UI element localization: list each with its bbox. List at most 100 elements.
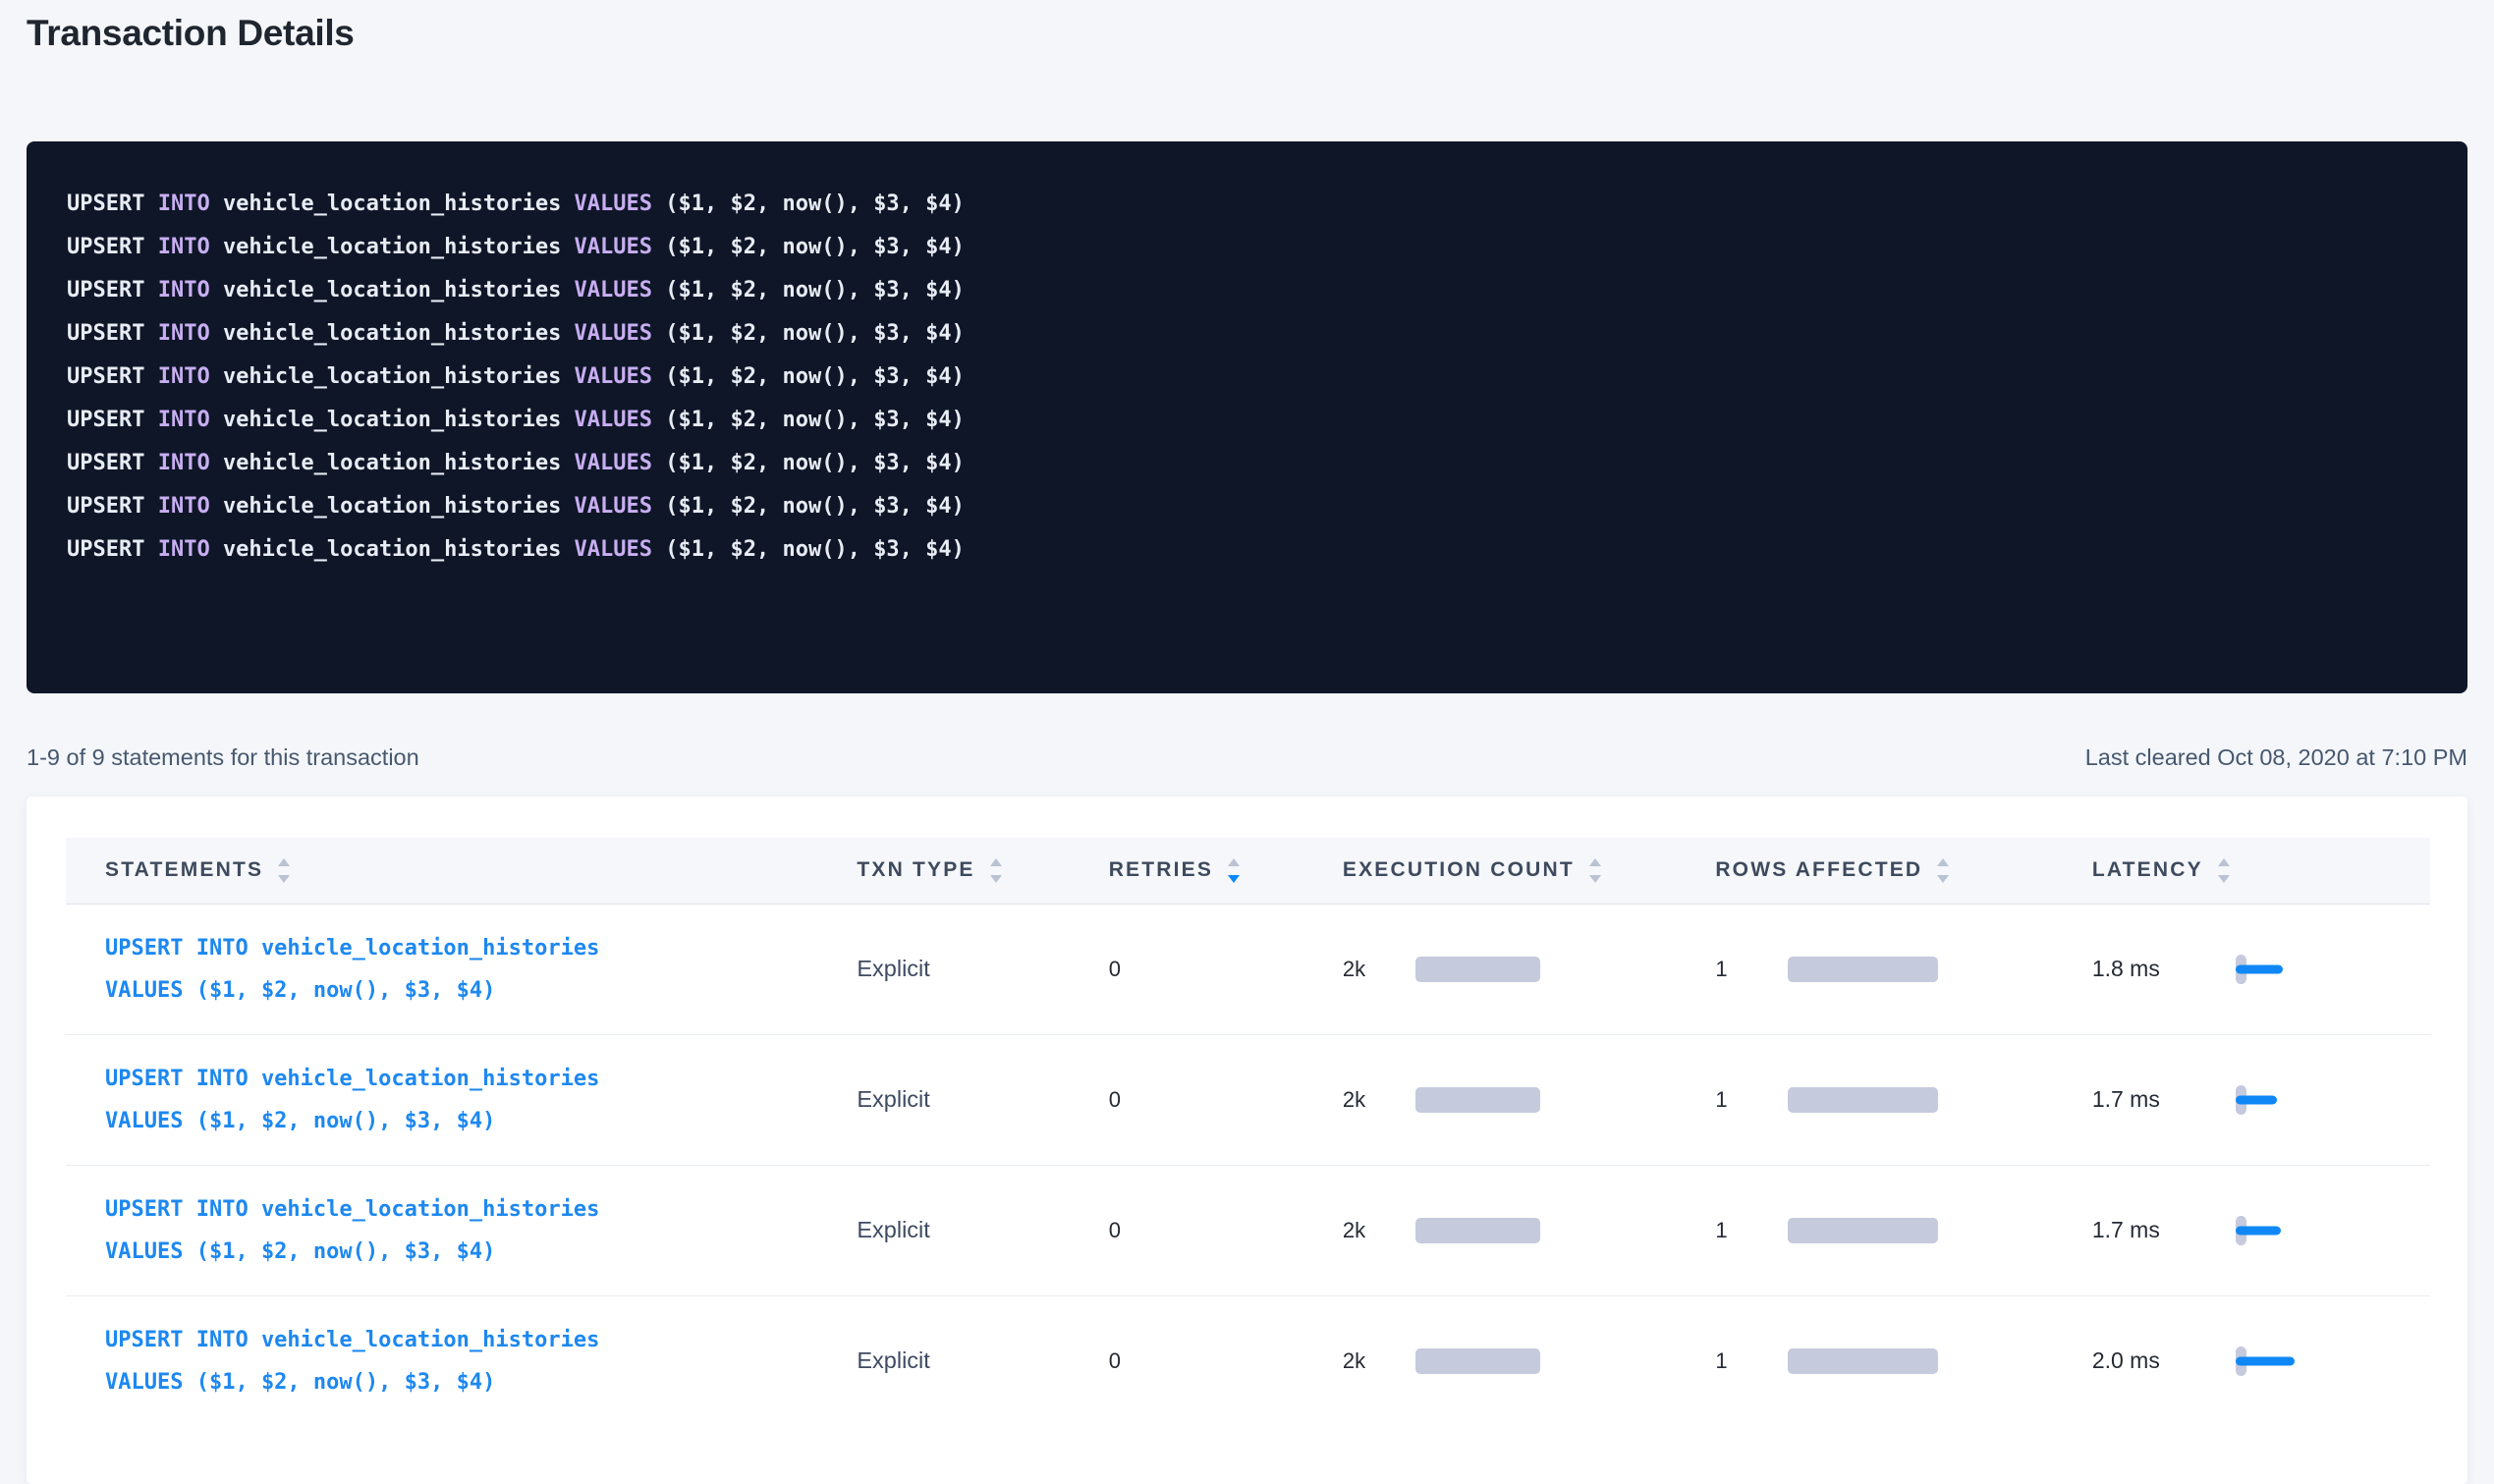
latency-cell: 1.7 ms [2092, 1216, 2430, 1245]
sql-statement-line: UPSERTINTOvehicle_location_historiesVALU… [67, 226, 2428, 269]
rows-affected-cell: 1 [1715, 957, 2092, 982]
sql-keyword-values: VALUES [575, 321, 652, 346]
execution-count-value: 2k [1343, 1218, 1415, 1243]
sql-keyword-into: INTO [158, 451, 210, 475]
sql-keyword-upsert: UPSERT [67, 451, 144, 475]
summary-row: 1-9 of 9 statements for this transaction… [27, 744, 2467, 771]
rows-affected-value: 1 [1715, 957, 1788, 982]
sql-keyword-values: VALUES [575, 278, 652, 302]
sql-arguments: ($1, $2, now(), $3, $4) [665, 451, 965, 475]
rows-affected-value: 1 [1715, 1348, 1788, 1374]
retries-value: 0 [1109, 1087, 1121, 1112]
sort-asc-icon [990, 858, 1002, 866]
sql-statement-line: UPSERTINTOvehicle_location_historiesVALU… [67, 442, 2428, 485]
sql-arguments: ($1, $2, now(), $3, $4) [665, 235, 965, 259]
statements-table-card: STATEMENTS TXN TYPE RETRIES [27, 797, 2467, 1484]
statement-link[interactable]: UPSERT INTO vehicle_location_histories [105, 1058, 857, 1100]
latency-bar [2236, 1226, 2281, 1235]
sql-keyword-upsert: UPSERT [67, 537, 144, 562]
execution-count-cell: 2k [1343, 957, 1715, 982]
sql-table-name: vehicle_location_histories [223, 537, 561, 562]
rows-affected-bar [1788, 1218, 1938, 1243]
sort-arrows [1937, 858, 1949, 883]
latency-value: 2.0 ms [2092, 1347, 2236, 1374]
sql-keyword-upsert: UPSERT [67, 364, 144, 389]
sql-keyword-values: VALUES [575, 192, 652, 216]
execution-count-cell: 2k [1343, 1348, 1715, 1374]
statement-cell: UPSERT INTO vehicle_location_histories V… [66, 904, 857, 1034]
execution-count-value: 2k [1343, 957, 1415, 982]
column-header-statements[interactable]: STATEMENTS [66, 838, 857, 904]
page-title: Transaction Details [27, 10, 2467, 57]
sort-desc-icon [2218, 875, 2230, 883]
latency-cell: 2.0 ms [2092, 1347, 2430, 1376]
sql-arguments: ($1, $2, now(), $3, $4) [665, 321, 965, 346]
statement-link[interactable]: VALUES ($1, $2, now(), $3, $4) [105, 1361, 857, 1403]
sql-arguments: ($1, $2, now(), $3, $4) [665, 192, 965, 216]
latency-mini-chart [2236, 1216, 2373, 1245]
column-header-retries[interactable]: RETRIES [1109, 838, 1343, 904]
statements-count-text: 1-9 of 9 statements for this transaction [27, 744, 419, 771]
table-row: UPSERT INTO vehicle_location_histories V… [66, 1295, 2430, 1426]
table-header-row: STATEMENTS TXN TYPE RETRIES [66, 838, 2430, 904]
sort-arrows [1228, 858, 1240, 883]
statement-link[interactable]: VALUES ($1, $2, now(), $3, $4) [105, 969, 857, 1012]
sort-arrows [2218, 858, 2230, 883]
execution-count-cell: 2k [1343, 1218, 1715, 1243]
sql-keyword-into: INTO [158, 235, 210, 259]
column-header-txn-type[interactable]: TXN TYPE [857, 838, 1108, 904]
execution-count-bar [1415, 1087, 1540, 1113]
rows-affected-bar [1788, 1087, 1938, 1113]
rows-affected-value: 1 [1715, 1087, 1788, 1113]
latency-mini-chart [2236, 1085, 2373, 1115]
latency-cell: 1.8 ms [2092, 955, 2430, 984]
column-header-latency[interactable]: LATENCY [2092, 838, 2430, 904]
table-row: UPSERT INTO vehicle_location_histories V… [66, 1165, 2430, 1295]
sql-keyword-into: INTO [158, 537, 210, 562]
sql-keyword-upsert: UPSERT [67, 408, 144, 432]
sort-asc-icon [1937, 858, 1949, 866]
sql-keyword-upsert: UPSERT [67, 192, 144, 216]
statement-cell: UPSERT INTO vehicle_location_histories V… [66, 1295, 857, 1426]
statement-link[interactable]: VALUES ($1, $2, now(), $3, $4) [105, 1231, 857, 1273]
sql-table-name: vehicle_location_histories [223, 192, 561, 216]
sql-keyword-upsert: UPSERT [67, 494, 144, 519]
latency-mini-chart [2236, 955, 2373, 984]
statement-link[interactable]: VALUES ($1, $2, now(), $3, $4) [105, 1100, 857, 1142]
sql-table-name: vehicle_location_histories [223, 278, 561, 302]
sql-keyword-into: INTO [158, 278, 210, 302]
txn-type-value: Explicit [857, 956, 929, 981]
sort-desc-icon-active [1228, 875, 1240, 883]
sql-statement-line: UPSERT INTO vehicle_location_histories VALU… [67, 269, 2428, 312]
latency-mini-chart [2236, 1347, 2373, 1376]
txn-type-value: Explicit [857, 1217, 929, 1242]
sort-arrows [278, 858, 290, 883]
sort-asc-icon [278, 858, 290, 866]
column-header-rows-affected[interactable]: ROWS AFFECTED [1715, 838, 2092, 904]
sql-keyword-values: VALUES [575, 364, 652, 389]
table-row: UPSERT INTO vehicle_location_histories V… [66, 1034, 2430, 1165]
sql-keyword-values: VALUES [575, 494, 652, 519]
sql-keyword-upsert: UPSERT [67, 278, 144, 302]
statement-link[interactable]: UPSERT INTO vehicle_location_histories [105, 1319, 857, 1361]
sort-desc-icon [990, 875, 1002, 883]
statement-link[interactable]: UPSERT INTO vehicle_location_histories [105, 927, 857, 969]
sql-keyword-into: INTO [158, 364, 210, 389]
execution-count-value: 2k [1343, 1348, 1415, 1374]
sql-keyword-into: INTO [158, 321, 210, 346]
column-header-execution-count[interactable]: EXECUTION COUNT [1343, 838, 1715, 904]
sql-statement-line: UPSERTINTOvehicle_location_historiesVALU… [67, 312, 2428, 356]
statement-cell: UPSERT INTO vehicle_location_histories V… [66, 1034, 857, 1165]
rows-affected-value: 1 [1715, 1218, 1788, 1243]
sort-asc-icon [2218, 858, 2230, 866]
latency-value: 1.8 ms [2092, 956, 2236, 982]
sql-statement-line: UPSERTINTOvehicle_location_historiesVALU… [67, 528, 2428, 572]
sql-table-name: vehicle_location_histories [223, 364, 561, 389]
execution-count-bar [1415, 957, 1540, 982]
sort-desc-icon [278, 875, 290, 883]
latency-bar [2236, 1356, 2295, 1365]
rows-affected-bar [1788, 1348, 1938, 1374]
statement-cell: UPSERT INTO vehicle_location_histories V… [66, 1165, 857, 1295]
statement-link[interactable]: UPSERT INTO vehicle_location_histories [105, 1188, 857, 1231]
last-cleared-text: Last cleared Oct 08, 2020 at 7:10 PM [2085, 744, 2467, 771]
